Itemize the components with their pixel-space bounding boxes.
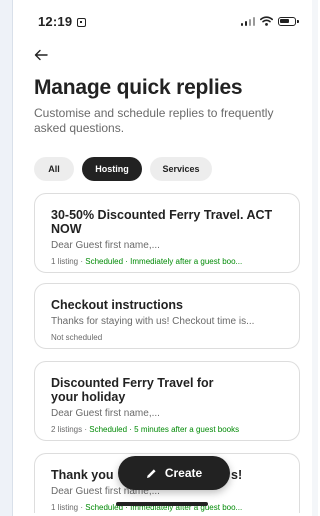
create-button[interactable]: Create <box>118 456 230 490</box>
right-border <box>312 0 318 516</box>
pencil-icon <box>146 468 156 478</box>
status-time: 12:19 <box>38 14 87 29</box>
reply-title: 30-50% Discounted Ferry Travel. ACT NOW <box>51 208 273 236</box>
status-bar: 12:19 <box>22 14 302 34</box>
reply-preview: Thanks for staying with us! Checkout tim… <box>51 316 255 327</box>
quick-reply-card[interactable]: 30-50% Discounted Ferry Travel. ACT NOW … <box>34 193 300 273</box>
page-subtitle: Customise and schedule replies to freque… <box>34 106 274 135</box>
tab-all[interactable]: All <box>34 157 74 181</box>
reply-listings: 2 listings <box>51 425 83 434</box>
left-border <box>0 0 13 516</box>
home-indicator[interactable] <box>116 502 208 506</box>
status-time-text: 12:19 <box>38 14 73 29</box>
reply-schedule: 2 listings · Scheduled · 5 minutes after… <box>51 424 283 435</box>
app-screen: 12:19 Manage quick replies Customise and… <box>22 0 302 516</box>
reply-title: Checkout instructions <box>51 298 183 312</box>
reply-status: Scheduled <box>89 425 128 434</box>
notification-icon <box>77 18 87 27</box>
phone-frame: 12:19 Manage quick replies Customise and… <box>0 0 318 516</box>
reply-title-end: s! <box>231 468 243 482</box>
reply-schedule: 1 listing · Scheduled · Immediately afte… <box>51 256 283 267</box>
reply-preview: Dear Guest first name,... <box>51 408 160 419</box>
quick-reply-card[interactable]: Discounted Ferry Travel for your holiday… <box>34 361 300 441</box>
reply-listings: 1 listing <box>51 503 79 512</box>
filter-tabs: All Hosting Services <box>34 157 212 181</box>
quick-reply-card[interactable]: Checkout instructions Thanks for staying… <box>34 283 300 349</box>
reply-listings: 1 listing <box>51 257 79 266</box>
reply-timing: · Immediately after a guest boo... <box>123 257 243 266</box>
back-arrow-icon <box>34 49 48 61</box>
reply-timing: · 5 minutes after a guest books <box>127 425 240 434</box>
battery-icon <box>278 16 299 26</box>
reply-title-start: Thank you <box>51 468 114 482</box>
cellular-signal-icon <box>240 16 255 26</box>
wifi-icon <box>260 16 273 26</box>
tab-services[interactable]: Services <box>150 157 212 181</box>
reply-status: Scheduled <box>85 257 124 266</box>
tab-hosting[interactable]: Hosting <box>82 157 142 181</box>
system-icons <box>240 16 299 26</box>
reply-status: Not scheduled <box>51 333 103 342</box>
back-button[interactable] <box>34 48 54 66</box>
create-button-label: Create <box>164 466 203 480</box>
reply-preview: Dear Guest first name,... <box>51 240 160 251</box>
reply-title: Discounted Ferry Travel for your holiday <box>51 376 214 404</box>
page-title: Manage quick replies <box>34 76 243 99</box>
